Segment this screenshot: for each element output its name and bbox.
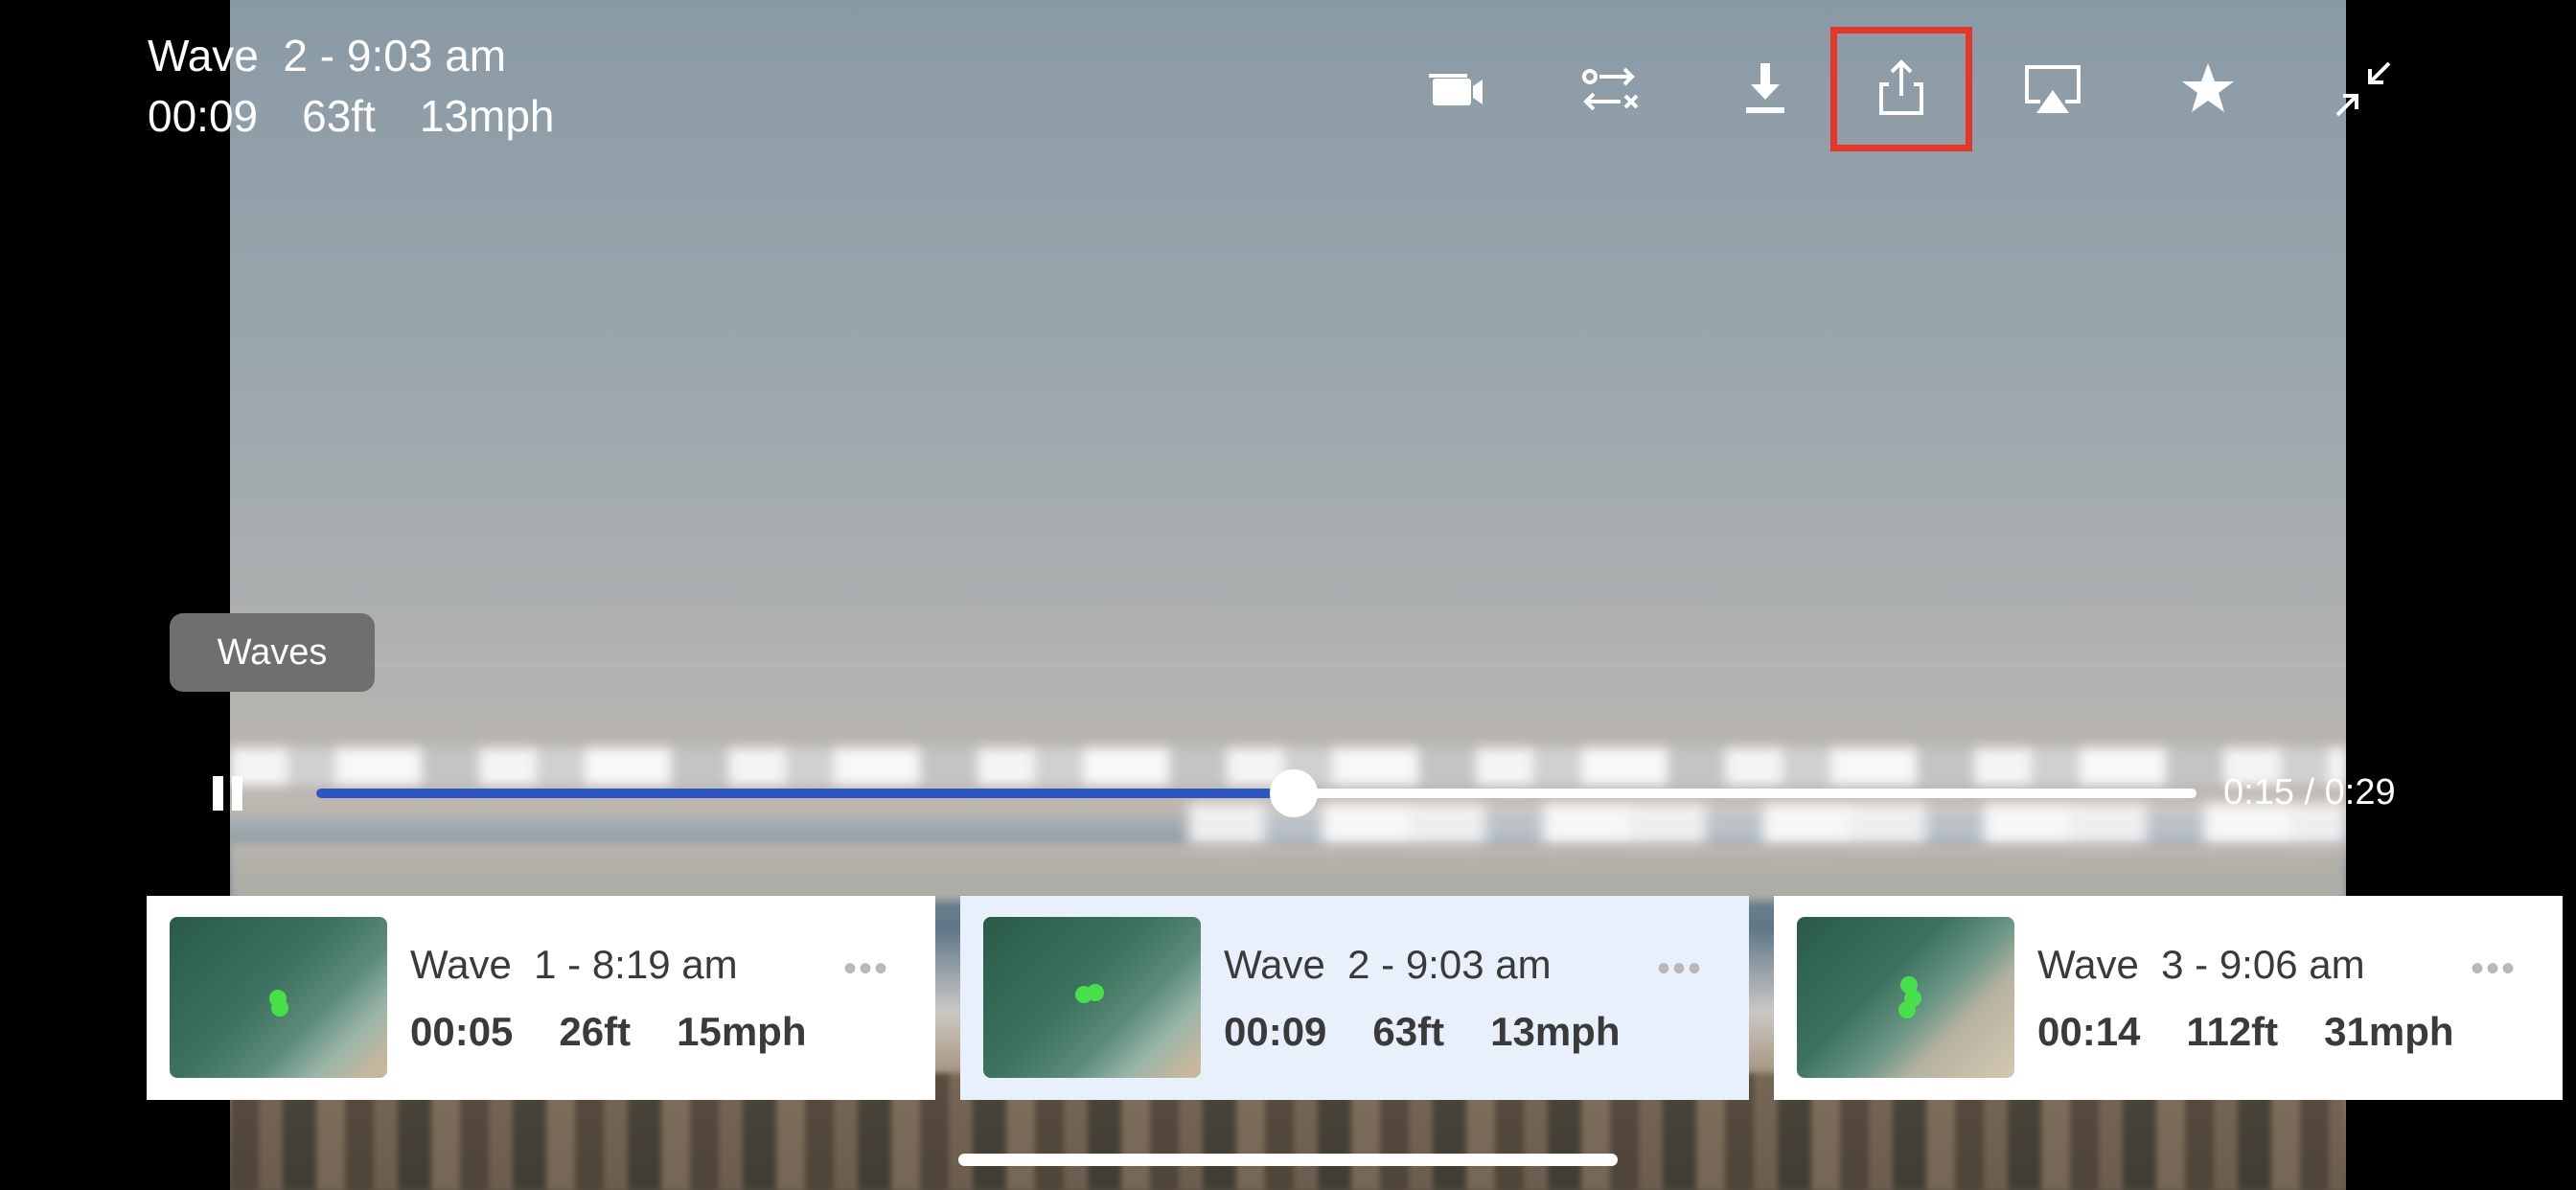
wave-card[interactable]: Wave 3 - 9:06 am 00:14 112ft 31mph ••• — [1774, 896, 2563, 1100]
share-icon — [1879, 59, 1923, 115]
surf-foam — [1188, 803, 2346, 847]
wave-card-title: Wave 1 - 8:19 am — [410, 942, 738, 987]
airplay-icon — [2025, 65, 2081, 113]
star-icon — [2182, 63, 2234, 112]
wave-title: Wave 2 - 9:03 am — [148, 31, 507, 80]
wave-card-distance: 26ft — [559, 1009, 632, 1054]
wave-thumbnail — [1797, 917, 2014, 1078]
more-options-icon[interactable]: ••• — [843, 948, 889, 991]
wave-stats: 00:09 63ft 13mph — [148, 86, 599, 146]
waves-tooltip: Waves — [170, 613, 375, 692]
wave-card-stats: 00:14 112ft 31mph — [2037, 1009, 2500, 1055]
collapse-fullscreen-icon — [2335, 61, 2391, 117]
pause-icon — [232, 776, 242, 811]
airplay-button[interactable] — [1986, 27, 2120, 151]
wave-card-duration: 00:14 — [2037, 1009, 2141, 1054]
swap-compare-icon — [1582, 67, 1639, 111]
wave-thumbnail — [983, 917, 1201, 1078]
progress-fill — [316, 789, 1295, 798]
wave-card-speed: 31mph — [2324, 1009, 2454, 1054]
wave-card-duration: 00:05 — [410, 1009, 514, 1054]
more-options-icon[interactable]: ••• — [1657, 948, 1703, 991]
wave-card-title: Wave 2 - 9:03 am — [1224, 942, 1552, 987]
track-marker — [271, 999, 288, 1017]
more-options-icon[interactable]: ••• — [2471, 948, 2517, 991]
wave-card[interactable]: Wave 1 - 8:19 am 00:05 26ft 15mph ••• — [147, 896, 935, 1100]
wave-card-duration: 00:09 — [1224, 1009, 1327, 1054]
track-marker — [1087, 984, 1104, 1001]
track-marker — [1898, 1001, 1916, 1018]
progress-thumb[interactable] — [1270, 769, 1319, 817]
compare-button[interactable] — [1543, 27, 1677, 151]
wave-card-stats: 00:05 26ft 15mph — [410, 1009, 853, 1055]
wave-card-distance: 112ft — [2186, 1009, 2279, 1054]
favorite-button[interactable] — [2141, 27, 2275, 151]
download-button[interactable] — [1698, 27, 1832, 151]
time-display: 0:15 / 0:29 — [2223, 772, 2396, 812]
wave-card-speed: 13mph — [1490, 1009, 1621, 1054]
wave-thumbnail — [170, 917, 387, 1078]
wave-card-speed: 15mph — [677, 1009, 807, 1054]
progress-track[interactable] — [316, 769, 2196, 817]
share-button[interactable] — [1830, 27, 1972, 151]
wave-speed: 13mph — [419, 91, 555, 141]
wave-card-title: Wave 3 - 9:06 am — [2037, 942, 2365, 987]
camera-button[interactable] — [1388, 27, 1522, 151]
pause-button[interactable] — [211, 776, 245, 811]
beach-sand — [230, 843, 2346, 901]
home-indicator[interactable] — [958, 1154, 1618, 1166]
wave-duration: 00:09 — [148, 91, 259, 141]
video-camera-icon — [1429, 74, 1483, 105]
wave-info: Wave 2 - 9:03 am 00:09 63ft 13mph — [148, 29, 599, 146]
wave-distance: 63ft — [302, 91, 376, 141]
wave-card-stats: 00:09 63ft 13mph — [1224, 1009, 1667, 1055]
wave-card-distance: 63ft — [1372, 1009, 1445, 1054]
wave-card-active[interactable]: Wave 2 - 9:03 am 00:09 63ft 13mph ••• — [960, 896, 1749, 1100]
horizon — [230, 663, 2346, 668]
download-icon — [1746, 63, 1784, 113]
exit-fullscreen-button[interactable] — [2296, 27, 2430, 151]
pause-icon — [213, 776, 223, 811]
